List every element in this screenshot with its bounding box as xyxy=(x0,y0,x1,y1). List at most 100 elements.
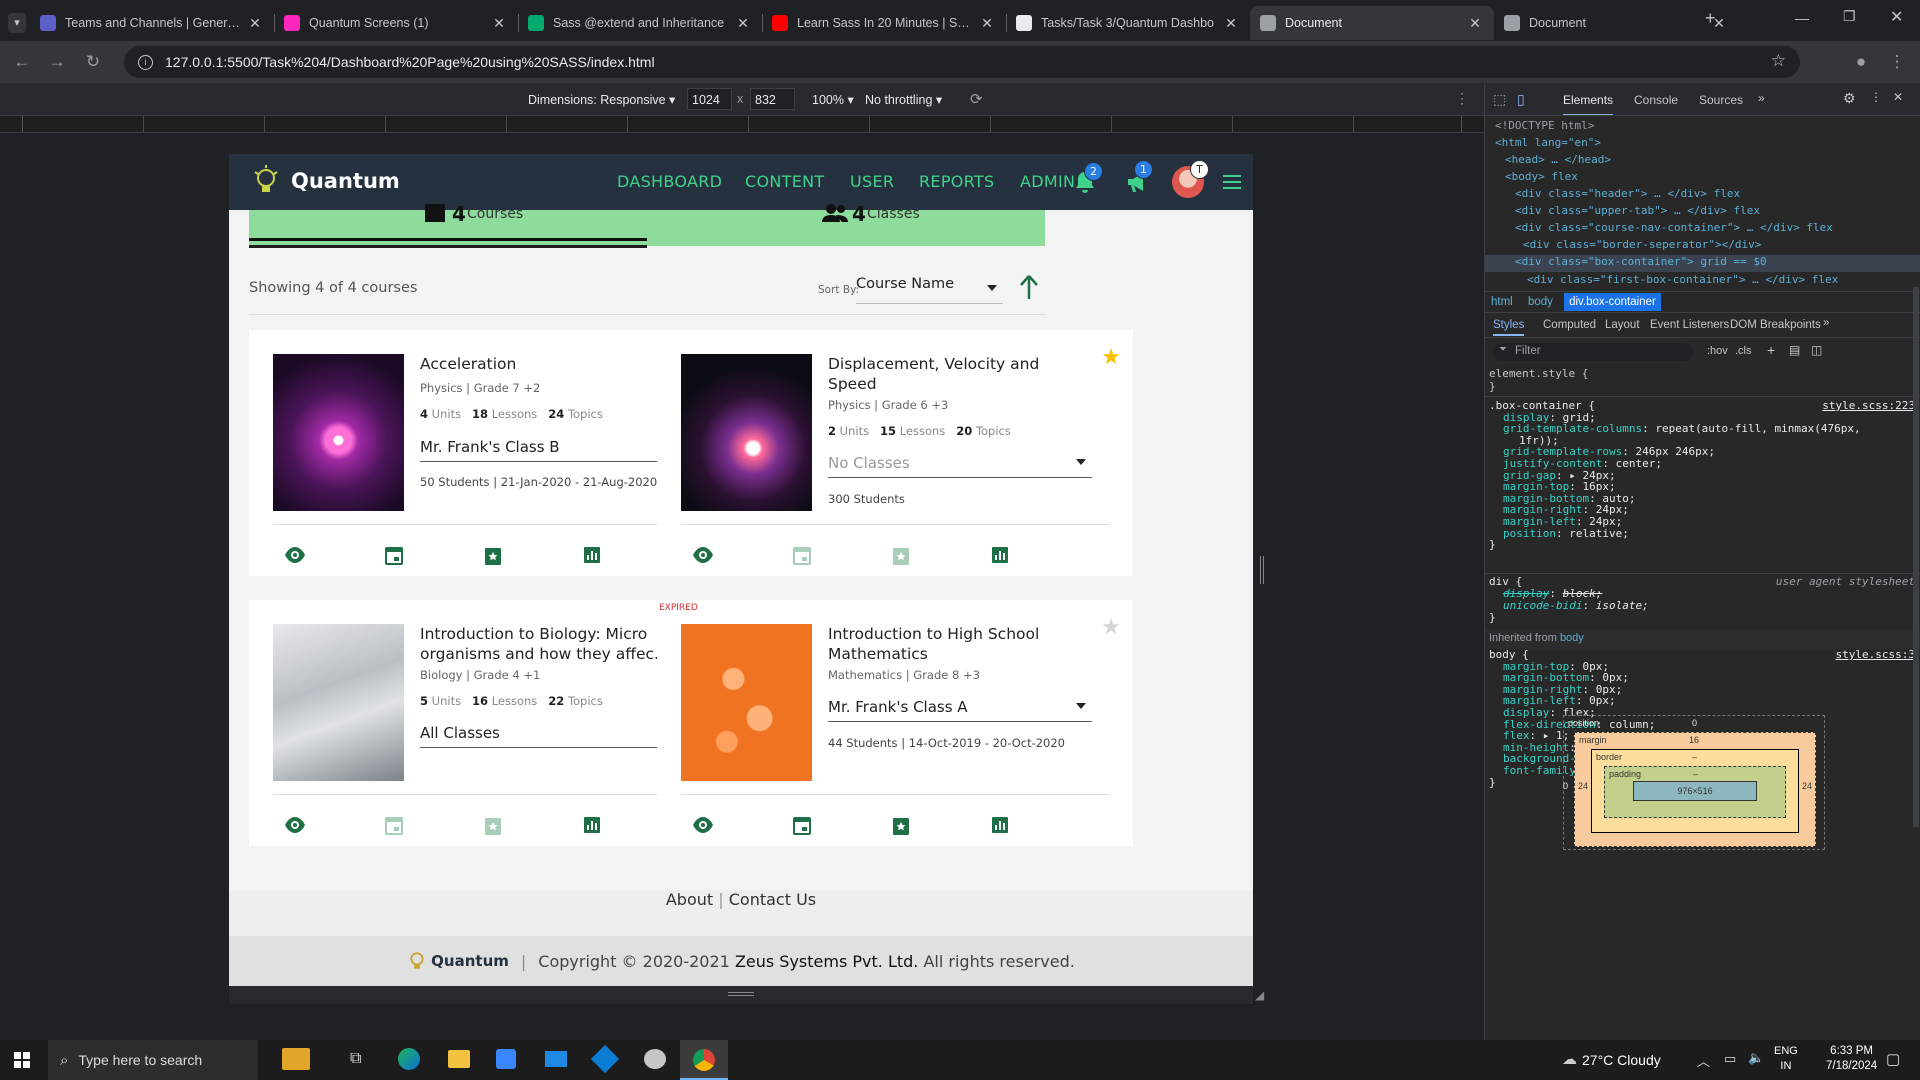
chrome-taskbar-button[interactable] xyxy=(680,1040,728,1080)
preview-eye-icon[interactable] xyxy=(692,544,714,566)
task-view-icon[interactable]: ⧉ xyxy=(350,1050,361,1068)
tab-close-icon[interactable]: ✕ xyxy=(490,15,508,32)
height-input[interactable]: 832 xyxy=(750,88,795,110)
dom-line[interactable]: <html lang="en"> xyxy=(1485,136,1920,152)
hamburger-menu-icon[interactable] xyxy=(1223,175,1241,189)
css-declaration[interactable]: position: relative; xyxy=(1489,527,1920,540)
preview-eye-icon[interactable] xyxy=(284,814,306,836)
folder-icon[interactable] xyxy=(448,1050,470,1068)
dom-line[interactable]: <body> flex xyxy=(1485,170,1920,186)
avatar[interactable]: T xyxy=(1172,160,1209,198)
contact-link[interactable]: Contact Us xyxy=(729,890,816,909)
hov-toggle[interactable]: :hov xyxy=(1707,345,1728,357)
tab-elements[interactable]: Elements xyxy=(1563,93,1614,115)
reports-chart-icon[interactable] xyxy=(989,814,1011,836)
sort-select[interactable]: Course Name xyxy=(856,276,1003,304)
nav-user[interactable]: USER xyxy=(850,172,894,191)
nav-admin[interactable]: ADMIN xyxy=(1020,172,1075,191)
tab-courses[interactable]: 4 Courses xyxy=(249,202,647,246)
sort-ascending-icon[interactable] xyxy=(1018,274,1040,300)
favourite-star-icon[interactable]: ★ xyxy=(1101,347,1121,369)
about-link[interactable]: About xyxy=(666,890,713,909)
tab-close-icon[interactable]: ✕ xyxy=(246,15,264,32)
bookmark-star-icon[interactable]: ☆ xyxy=(1771,51,1786,71)
dom-line[interactable]: <div class="upper-tab"> … </div> flex xyxy=(1485,204,1920,220)
reports-chart-icon[interactable] xyxy=(581,814,603,836)
dom-line[interactable]: <!DOCTYPE html> xyxy=(1485,119,1920,135)
tab-close-icon[interactable]: ✕ xyxy=(1466,15,1484,32)
mail-icon[interactable] xyxy=(545,1051,567,1067)
preview-eye-icon[interactable] xyxy=(692,814,714,836)
tab-computed[interactable]: Computed xyxy=(1543,319,1596,331)
windows-start-icon[interactable] xyxy=(14,1052,30,1068)
close-window-button[interactable]: ✕ xyxy=(1890,7,1903,27)
class-select[interactable]: No Classes xyxy=(828,448,1092,478)
dom-line-selected[interactable]: <div class="box-container"> grid == $0 xyxy=(1485,255,1920,272)
weather-text[interactable]: 27°C Cloudy xyxy=(1582,1052,1661,1068)
new-tab-button[interactable]: + xyxy=(1705,8,1716,29)
nav-reports[interactable]: REPORTS xyxy=(919,172,994,191)
more-style-tabs-icon[interactable]: » xyxy=(1823,317,1829,329)
notification-bell[interactable]: 2 xyxy=(1074,162,1103,198)
grade-submissions-icon[interactable] xyxy=(890,814,912,836)
throttle-dropdown[interactable]: No throttling ▾ xyxy=(865,92,942,107)
file-explorer-widget-icon[interactable] xyxy=(282,1048,310,1070)
dom-line[interactable]: <div class="first-box-container"> … </di… xyxy=(1485,273,1920,289)
notifications-icon[interactable]: ▢ xyxy=(1886,1050,1900,1068)
tab-layout[interactable]: Layout xyxy=(1605,319,1640,331)
sidebar-toggle-icon[interactable]: ◫ xyxy=(1811,343,1822,357)
browser-tab[interactable]: Document ✕ xyxy=(1250,6,1494,40)
dom-line[interactable]: <div class="course-nav-container"> … </d… xyxy=(1485,221,1920,237)
taskbar-search-box[interactable]: ⌕ Type here to search xyxy=(48,1040,258,1080)
devtools-scrollbar[interactable] xyxy=(1913,287,1919,827)
class-select[interactable]: All Classes xyxy=(420,718,684,748)
volume-icon[interactable]: 🔈 xyxy=(1748,1050,1764,1066)
width-input[interactable]: 1024 xyxy=(687,88,732,110)
crumb-body[interactable]: body xyxy=(1528,296,1553,308)
nav-content[interactable]: CONTENT xyxy=(745,172,824,191)
devtools-menu-icon[interactable]: ⋮ xyxy=(1870,90,1882,104)
forward-icon[interactable]: → xyxy=(46,52,68,72)
dom-line[interactable]: <head> … </head> xyxy=(1485,153,1920,169)
more-tabs-icon[interactable]: » xyxy=(1758,91,1765,105)
device-toggle-icon[interactable]: ▯ xyxy=(1517,91,1525,108)
paint-icon[interactable]: ▤ xyxy=(1789,343,1800,357)
class-select[interactable]: Mr. Frank's Class B xyxy=(420,432,684,462)
browser-menu-icon[interactable]: ⋮ xyxy=(1886,52,1908,72)
tab-close-icon[interactable]: ✕ xyxy=(1222,15,1240,32)
rule-source-link[interactable]: style.scss:223 xyxy=(1822,400,1915,412)
tab-sources[interactable]: Sources xyxy=(1699,93,1743,107)
tab-close-icon[interactable]: ✕ xyxy=(978,15,996,32)
network-icon[interactable]: ▭ xyxy=(1724,1051,1736,1067)
rotate-icon[interactable]: ⟳ xyxy=(970,90,983,108)
announcement-button[interactable]: 1 xyxy=(1126,160,1153,197)
clock[interactable]: 6:33 PM 7/18/2024 xyxy=(1826,1044,1877,1074)
settings-gear-icon[interactable]: ⚙ xyxy=(1843,90,1856,107)
address-bar[interactable]: i 127.0.0.1:5500/Task%204/Dashboard%20Pa… xyxy=(124,46,1800,78)
tab-search-button[interactable]: ▾ xyxy=(0,6,34,40)
viewport-corner-resize[interactable]: ◢ xyxy=(1255,988,1264,1002)
dimensions-dropdown[interactable]: Dimensions: Responsive ▾ xyxy=(528,92,675,107)
site-info-icon[interactable]: i xyxy=(138,54,153,70)
tab-styles[interactable]: Styles xyxy=(1493,319,1525,336)
profile-icon[interactable]: ● xyxy=(1850,52,1872,72)
device-more-icon[interactable]: ⋮ xyxy=(1455,90,1469,107)
reload-icon[interactable]: ↻ xyxy=(82,52,104,72)
viewport-bottom-resize[interactable] xyxy=(229,986,1253,1004)
favourite-star-icon[interactable]: ★ xyxy=(1101,617,1121,639)
reports-chart-icon[interactable] xyxy=(581,544,603,566)
crumb-html[interactable]: html xyxy=(1491,296,1513,308)
preview-eye-icon[interactable] xyxy=(284,544,306,566)
tab-dom-breakpoints[interactable]: DOM Breakpoints xyxy=(1730,319,1821,331)
styles-filter-input[interactable]: Filter xyxy=(1493,343,1693,361)
zoom-dropdown[interactable]: 100% ▾ xyxy=(812,92,854,107)
dom-line[interactable]: <div class="border-seperator"></div> xyxy=(1485,238,1920,254)
tab-classes[interactable]: 4 Classes xyxy=(647,202,1045,246)
nav-dashboard[interactable]: DASHBOARD xyxy=(617,172,722,191)
class-select[interactable]: Mr. Frank's Class A xyxy=(828,692,1092,722)
crumb-selected[interactable]: div.box-container xyxy=(1564,293,1661,311)
close-devtools-icon[interactable]: ✕ xyxy=(1893,90,1903,104)
new-rule-icon[interactable]: + xyxy=(1767,342,1775,358)
tab-console[interactable]: Console xyxy=(1634,93,1678,107)
cls-toggle[interactable]: .cls xyxy=(1735,345,1752,357)
